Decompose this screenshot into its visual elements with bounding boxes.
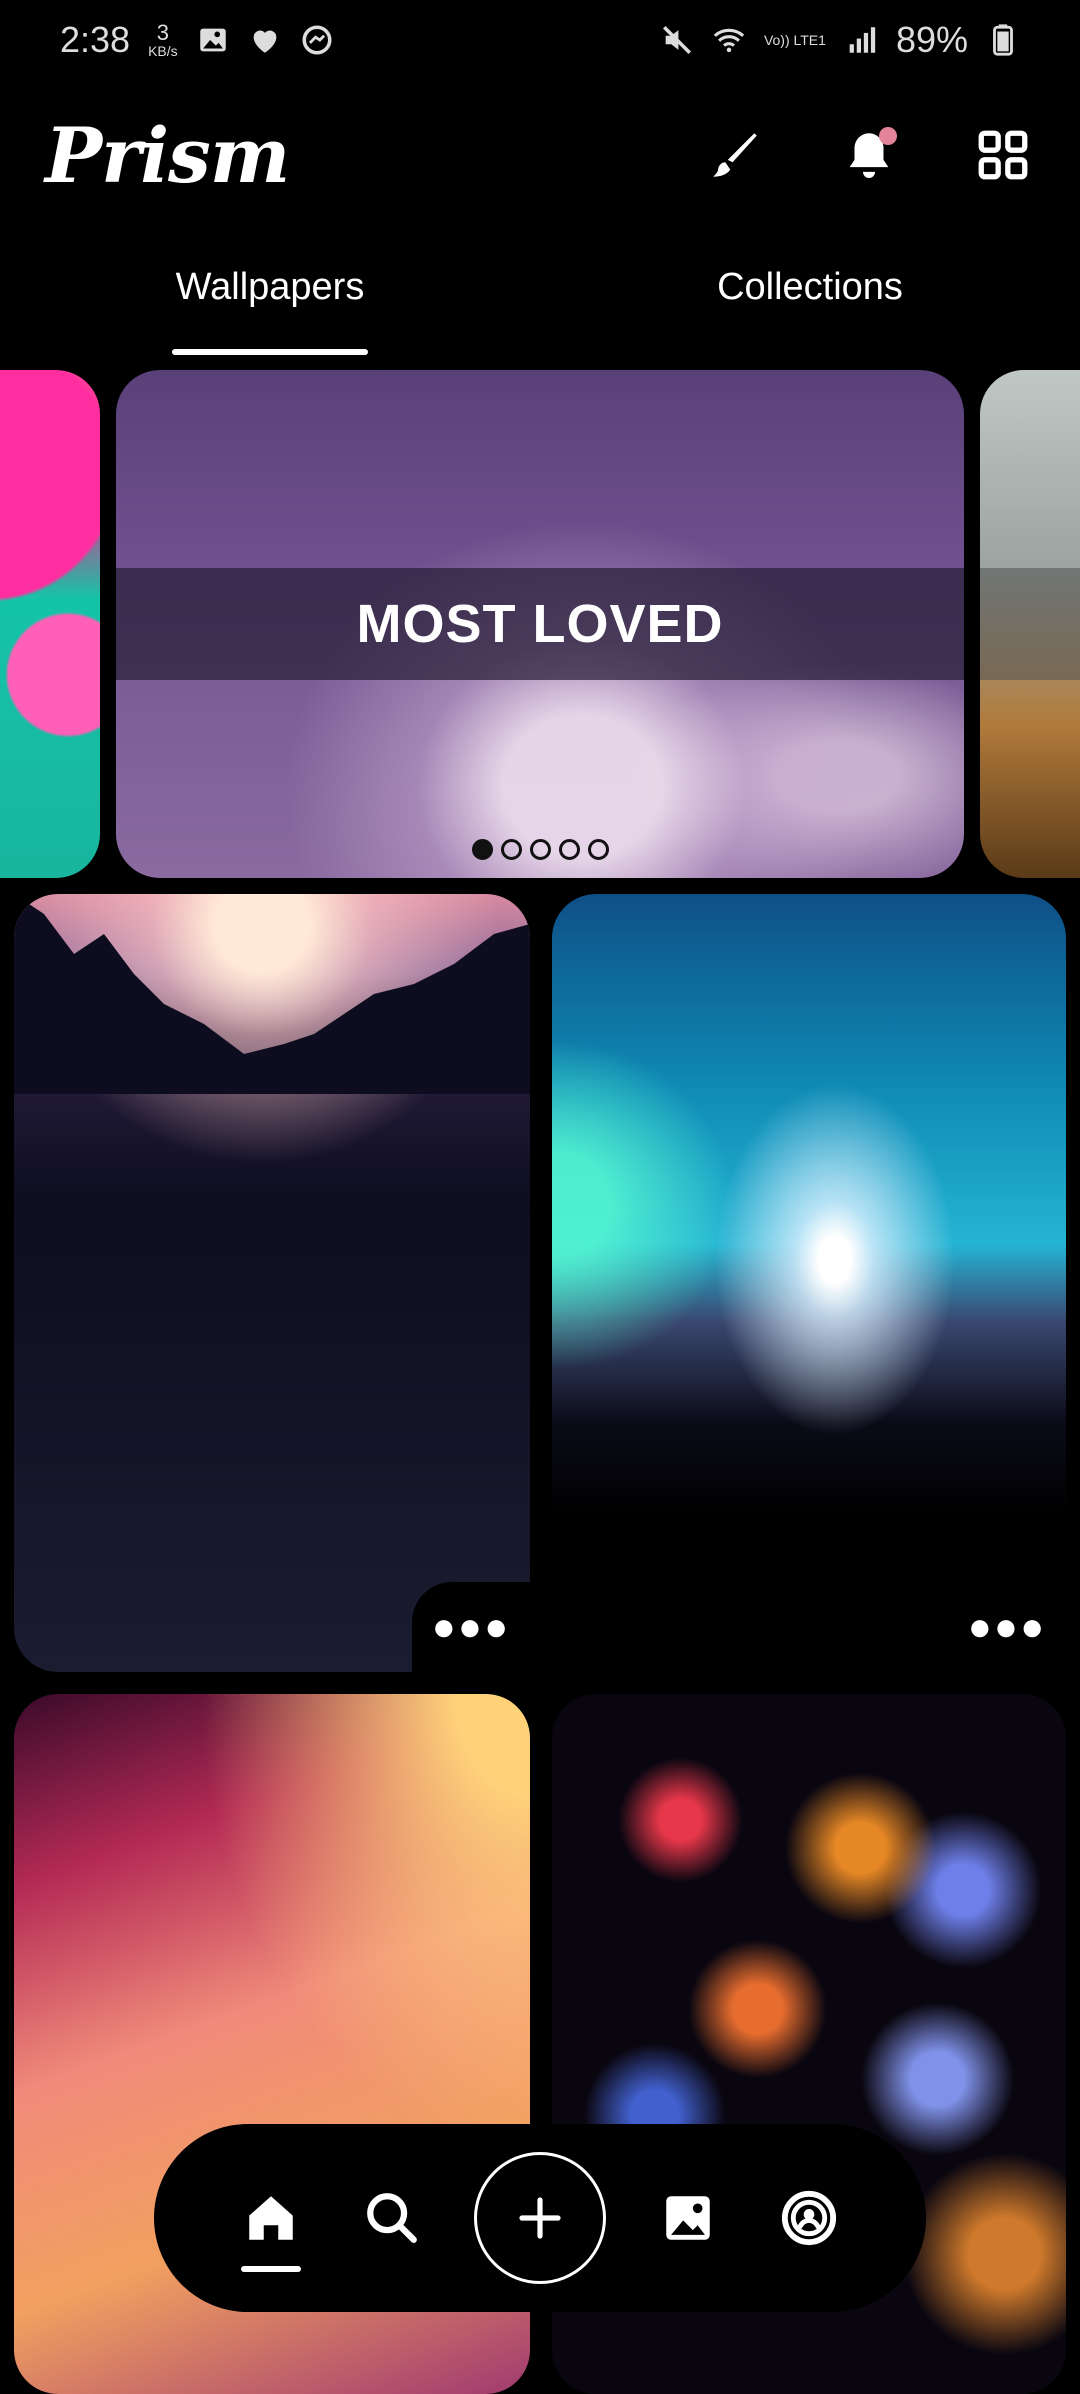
carousel-banner-title: MOST LOVED <box>116 568 964 680</box>
home-icon[interactable] <box>231 2178 311 2272</box>
tab-inactive-indicator <box>712 349 908 355</box>
grid-icon[interactable] <box>971 123 1035 187</box>
wallpaper-card[interactable]: ●●● <box>552 894 1066 1672</box>
more-options-button[interactable]: ●●● <box>412 1582 530 1672</box>
battery-percent: 89% <box>895 19 968 60</box>
carousel-dot[interactable] <box>471 839 493 860</box>
add-icon[interactable] <box>473 2152 606 2284</box>
wallpaper-card[interactable]: ●●● <box>14 894 530 1672</box>
carousel-slide-current[interactable]: MOST LOVED <box>116 370 964 878</box>
profile-icon[interactable] <box>769 2178 849 2258</box>
signal-icon <box>844 23 878 57</box>
notification-dot <box>879 127 897 145</box>
carousel-pagination <box>116 839 964 860</box>
network-speed-unit: KB/s <box>148 43 178 59</box>
carousel-dot[interactable] <box>587 839 609 860</box>
wifi-icon <box>712 23 746 57</box>
messenger-icon <box>300 23 334 57</box>
heart-icon <box>248 23 282 57</box>
volte-icon: Vo)) LTE1 <box>763 32 826 48</box>
carousel-dot[interactable] <box>500 839 522 860</box>
carousel-slide-next[interactable] <box>980 370 1080 878</box>
carousel-slide-previous[interactable] <box>0 370 100 878</box>
brush-icon[interactable] <box>703 123 767 187</box>
status-left: 2:38 3 KB/s <box>60 19 334 61</box>
image-icon <box>196 23 230 57</box>
tab-wallpapers[interactable]: Wallpapers <box>0 250 540 360</box>
carousel-dot[interactable] <box>529 839 551 860</box>
app-logo: Prism <box>45 110 290 200</box>
app-header: Prism <box>0 100 1080 210</box>
mute-icon <box>660 23 694 57</box>
status-bar: 2:38 3 KB/s Vo)) LTE1 89% <box>0 0 1080 80</box>
bottom-navigation <box>154 2124 926 2312</box>
carousel-dot[interactable] <box>558 839 580 860</box>
more-options-button[interactable]: ●●● <box>948 1582 1066 1672</box>
network-speed: 3 KB/s <box>148 20 178 59</box>
featured-carousel[interactable]: MOST LOVED <box>0 370 1080 878</box>
carousel-next-banner <box>980 568 1080 680</box>
header-actions <box>703 123 1035 187</box>
tab-collections[interactable]: Collections <box>540 250 1080 360</box>
status-right: Vo)) LTE1 89% <box>660 19 1020 61</box>
tab-bar: Wallpapers Collections <box>0 250 1080 360</box>
bell-icon[interactable] <box>837 123 901 187</box>
network-speed-value: 3 <box>156 20 169 45</box>
mountain-silhouette <box>14 894 530 1094</box>
home-active-indicator <box>240 2266 301 2272</box>
status-time: 2:38 <box>60 19 131 60</box>
search-icon[interactable] <box>352 2178 432 2258</box>
battery-icon <box>986 23 1020 57</box>
tab-wallpapers-label: Wallpapers <box>175 266 365 308</box>
tab-collections-label: Collections <box>717 266 903 308</box>
tab-active-indicator <box>172 349 368 355</box>
image-icon[interactable] <box>648 2178 728 2258</box>
